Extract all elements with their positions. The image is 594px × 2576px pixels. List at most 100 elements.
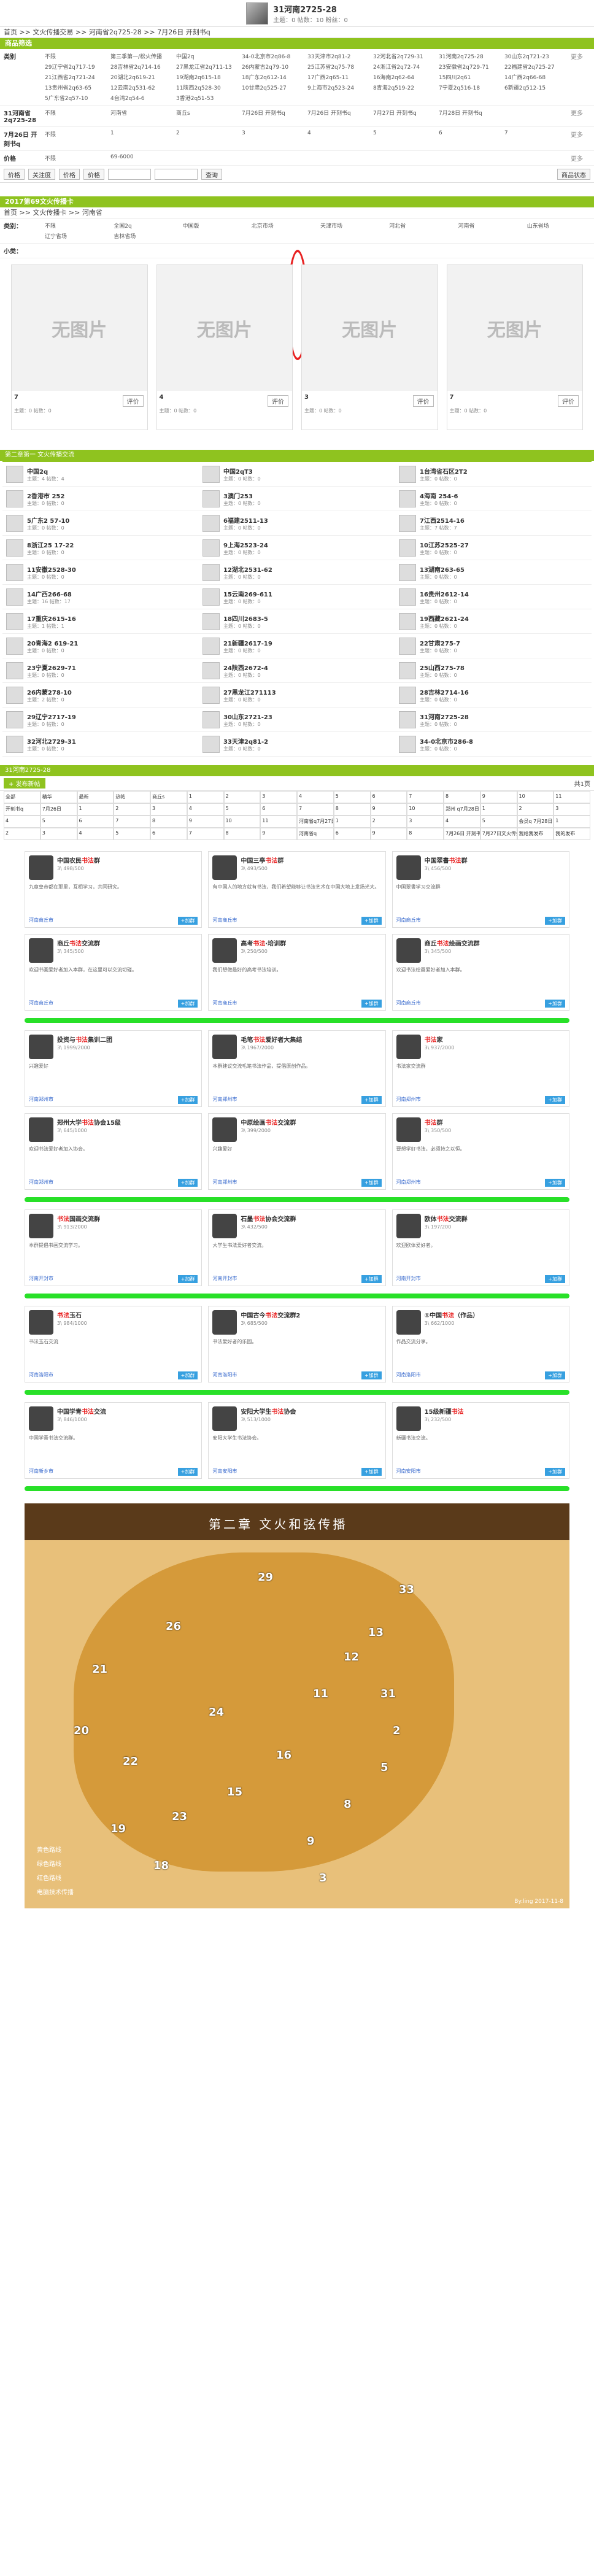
join-group-button[interactable]: +加群 [545, 1179, 565, 1187]
forum-name[interactable]: 25山西275-78 [420, 663, 465, 672]
filter-option[interactable]: 2 [174, 129, 240, 148]
more-link[interactable]: 更多 [568, 127, 594, 150]
table-cell[interactable]: 9 [187, 816, 224, 828]
group-name[interactable]: 商丘书法绘画交流群 [396, 938, 565, 947]
filter-option[interactable]: 第三季第一/松火传播 [109, 51, 174, 61]
big-filter-option[interactable]: 全国2q [112, 220, 180, 231]
forum-item[interactable]: 17重庆2615-16 主题：1 帖数：1 [2, 609, 199, 634]
group-card[interactable]: 中国三亭书法群 3\ 493/500 有中国人的地方就有书法，我们希望能够让书法艺术… [208, 851, 386, 928]
filter-option[interactable]: 13贵州省2q63-65 [43, 82, 109, 93]
forum-name[interactable]: 23宁夏2629-71 [27, 663, 76, 672]
forum-name[interactable]: 中国2qT3 [223, 466, 261, 476]
filter-option[interactable]: 7月28日 开刻书q [437, 107, 503, 125]
forum-name[interactable]: 1台湾省石区2T2 [420, 466, 468, 476]
join-group-button[interactable]: +加群 [545, 1000, 565, 1008]
product-card[interactable]: 无图片 7 评价 主题：0 帖数：0 [11, 264, 148, 430]
filter-option[interactable]: 15四川2q61 [437, 72, 503, 82]
group-name[interactable]: 高考书法·培训群 [212, 938, 381, 947]
forum-item[interactable]: 22甘肃275-7 主题：0 帖数：0 [395, 634, 592, 658]
filter-option[interactable]: 3香港2q51-53 [174, 93, 240, 103]
forum-name[interactable]: 31河南2725-28 [420, 712, 469, 721]
breadcrumb2[interactable]: 首页 >> 文火传播卡 >> 河南省 [0, 207, 594, 218]
group-name[interactable]: 中国翠書书法群 [396, 855, 565, 865]
table-cell[interactable]: 7月27日文火传播 [480, 828, 517, 840]
table-cell[interactable]: 6 [333, 828, 371, 840]
table-cell[interactable]: 7 [407, 791, 444, 803]
join-group-button[interactable]: +加群 [177, 1468, 198, 1476]
forum-item[interactable]: 11安徽2528-30 主题：0 帖数：0 [2, 560, 199, 585]
forum-name[interactable]: 4海南 254-6 [420, 491, 458, 500]
big-filter-option[interactable]: 北京市场 [250, 220, 318, 231]
group-card[interactable]: 郑州大学书法协会15级 3\ 645/1000 欢迎书法爱好者加入协会。 河南郑州市 +… [25, 1113, 202, 1190]
status-select[interactable]: 商品状态 [557, 168, 590, 180]
table-cell[interactable]: 2 [370, 816, 407, 828]
forum-name[interactable]: 21新疆2617-19 [223, 638, 272, 647]
join-group-button[interactable]: +加群 [361, 1371, 382, 1379]
group-card[interactable]: ①中国书法（作品） 3\ 662/1000 作品交流分享。 河南洛阳市 +加群 [392, 1306, 569, 1382]
group-name[interactable]: 投资与书法集训二团 [29, 1035, 198, 1044]
big-filter-option[interactable]: 中国版 [181, 220, 250, 231]
table-cell[interactable]: 8 [223, 828, 261, 840]
filter-option[interactable]: 4 [306, 129, 371, 148]
join-group-button[interactable]: +加群 [545, 1371, 565, 1379]
forum-name[interactable]: 8浙江25 17-22 [27, 540, 74, 549]
forum-name[interactable]: 20青海2 619-21 [27, 638, 78, 647]
group-card[interactable]: 石墨书法协会交流群 3\ 432/500 大学生书法爱好者交流。 河南开封市 +加群 [208, 1209, 386, 1286]
group-card[interactable]: 中国学青书法交流 3\ 846/1000 中国学青书法交流群。 河南新乡市 +加群 [25, 1402, 202, 1479]
group-name[interactable]: 欧体书法交流群 [396, 1214, 565, 1223]
table-cell[interactable]: 2 [4, 828, 40, 840]
join-group-button[interactable]: +加群 [361, 1468, 382, 1476]
table-cell[interactable]: 4 [77, 828, 114, 840]
table-cell[interactable]: 5 [40, 816, 77, 828]
group-name[interactable]: 石墨书法协会交流群 [212, 1214, 381, 1223]
forum-item[interactable]: 25山西275-78 主题：0 帖数：0 [395, 658, 592, 683]
table-cell[interactable]: 4 [444, 816, 480, 828]
forum-name[interactable]: 32河北2729-31 [27, 736, 76, 746]
filter-option[interactable]: 32河北省2q729-31 [371, 51, 437, 61]
group-card[interactable]: 安阳大学生书法协会 3\ 513/1000 安阳大学生书法协会。 河南安阳市 +加群 [208, 1402, 386, 1479]
forum-item[interactable]: 34-0北京市286-8 主题：0 帖数：0 [395, 732, 592, 757]
forum-name[interactable]: 11安徽2528-30 [27, 565, 76, 574]
forum-item[interactable]: 27黑龙江271113 主题：0 帖数：0 [199, 683, 395, 708]
filter-option[interactable]: 9上海市2q523-24 [306, 82, 371, 93]
more-link[interactable]: 更多 [568, 49, 594, 105]
group-card[interactable]: 投资与书法集训二团 3\ 1999/2000 兴趣爱好 河南郑州市 +加群 [25, 1030, 202, 1107]
forum-item[interactable]: 14广西266-68 主题：16 帖数：17 [2, 585, 199, 609]
filter-option[interactable]: 69-6000 [109, 153, 174, 163]
filter-option[interactable]: 25江苏省2q75-78 [306, 61, 371, 72]
join-group-button[interactable]: +加群 [361, 1000, 382, 1008]
table-cell[interactable]: 3 [554, 803, 590, 816]
join-group-button[interactable]: +加群 [177, 1096, 198, 1104]
filter-option[interactable]: 11陕西2q528-30 [174, 82, 240, 93]
forum-item[interactable]: 10江苏2525-27 主题：0 帖数：0 [395, 536, 592, 560]
forum-item[interactable]: 6福建2511-13 主题：0 帖数：0 [199, 511, 395, 536]
big-filter-option[interactable]: 吉林省场 [112, 231, 180, 241]
forum-name[interactable]: 17重庆2615-16 [27, 614, 76, 623]
forum-item[interactable]: 24陕西2672-4 主题：0 帖数：0 [199, 658, 395, 683]
min-price-input[interactable] [108, 168, 151, 180]
forum-item[interactable]: 23宁夏2629-71 主题：0 帖数：0 [2, 658, 199, 683]
filter-option[interactable]: 27黑龙江省2q711-13 [174, 61, 240, 72]
product-card[interactable]: 无图片 3 评价 主题：0 帖数：0 [301, 264, 438, 430]
join-group-button[interactable]: +加群 [177, 1275, 198, 1283]
big-filter-option[interactable]: 山东省场 [525, 220, 594, 231]
join-group-button[interactable]: +加群 [361, 1096, 382, 1104]
table-cell[interactable]: 9 [260, 828, 297, 840]
forum-item[interactable]: 18四川2683-5 主题：0 帖数：0 [199, 609, 395, 634]
forum-name[interactable]: 26内蒙278-10 [27, 687, 72, 696]
table-cell[interactable]: 10 [517, 791, 554, 803]
table-cell[interactable]: 11 [260, 816, 297, 828]
join-group-button[interactable]: +加群 [545, 1468, 565, 1476]
group-name[interactable]: 中国三亭书法群 [212, 855, 381, 865]
table-cell[interactable]: 5 [114, 828, 150, 840]
comment-button[interactable]: 评价 [122, 395, 144, 407]
group-card[interactable]: 中国古今书法交流群2 3\ 685/500 书法爱好者的乐园。 河南洛阳市 +加群 [208, 1306, 386, 1382]
max-price-input[interactable] [155, 168, 198, 180]
table-cell[interactable]: 7 [114, 816, 150, 828]
join-group-button[interactable]: +加群 [545, 917, 565, 925]
big-filter-option[interactable]: 河南省 [457, 220, 525, 231]
forum-name[interactable]: 5广东2 57-10 [27, 515, 69, 525]
forum-name[interactable]: 3澳门253 [223, 491, 261, 500]
table-cell[interactable]: 9 [370, 803, 407, 816]
filter-option[interactable]: 7 [503, 129, 568, 148]
